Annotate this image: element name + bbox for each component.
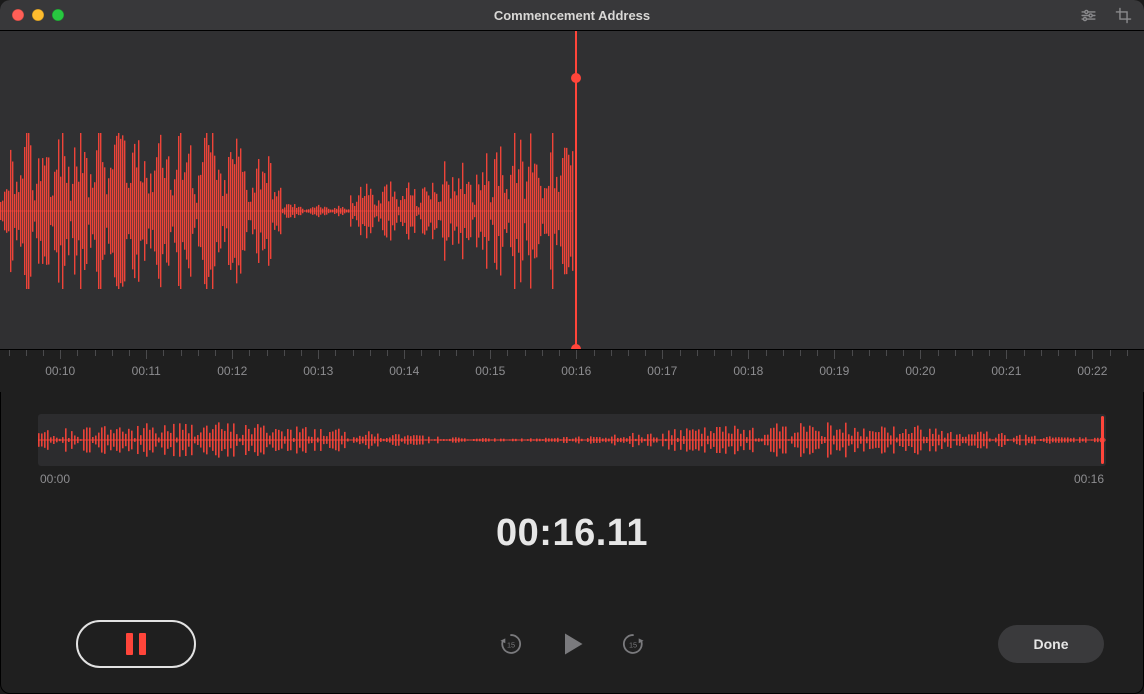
waveform-overview-graphic — [38, 414, 1106, 466]
ruler-label: 00:19 — [819, 364, 849, 378]
transport-bar: 15 15 Done — [0, 608, 1144, 694]
ruler-label: 00:14 — [389, 364, 419, 378]
titlebar[interactable]: Commencement Address — [0, 0, 1144, 30]
fullscreen-window-button[interactable] — [52, 9, 64, 21]
ruler-label: 00:22 — [1077, 364, 1107, 378]
ruler-label: 00:20 — [905, 364, 935, 378]
done-button[interactable]: Done — [998, 625, 1104, 663]
waveform-overview[interactable] — [38, 414, 1106, 466]
voice-memos-edit-window: Commencement Address 00:1000:1 — [0, 0, 1144, 694]
ruler-label: 00:21 — [991, 364, 1021, 378]
crop-icon[interactable] — [1115, 7, 1132, 24]
ruler-label: 00:13 — [303, 364, 333, 378]
ruler-label: 00:12 — [217, 364, 247, 378]
overview-start-time: 00:00 — [40, 472, 70, 486]
ruler-label: 00:17 — [647, 364, 677, 378]
overview-playhead[interactable] — [1101, 416, 1104, 464]
skip-forward-15-icon[interactable]: 15 — [620, 631, 646, 657]
minimize-window-button[interactable] — [32, 9, 44, 21]
ruler-label: 00:15 — [475, 364, 505, 378]
ruler-label: 00:11 — [132, 364, 161, 378]
skip-fwd-seconds-label: 15 — [629, 640, 637, 649]
waveform-editor[interactable] — [0, 30, 1144, 350]
overview-end-time: 00:16 — [1074, 472, 1104, 486]
skip-back-15-icon[interactable]: 15 — [498, 631, 524, 657]
playhead[interactable] — [575, 31, 577, 349]
current-time-display: 00:16.11 — [0, 512, 1144, 555]
ruler-label: 00:16 — [561, 364, 591, 378]
window-traffic-lights — [12, 9, 64, 21]
skip-back-seconds-label: 15 — [507, 640, 515, 649]
close-window-button[interactable] — [12, 9, 24, 21]
window-title: Commencement Address — [0, 8, 1144, 23]
pause-record-button[interactable] — [76, 620, 196, 668]
play-icon[interactable] — [558, 630, 586, 658]
pause-icon — [126, 633, 146, 655]
sliders-icon[interactable] — [1080, 7, 1097, 24]
ruler-label: 00:18 — [733, 364, 763, 378]
time-ruler[interactable]: 00:10 00:11 00:12 00:13 00:14 00:15 00:16 00:17… — [0, 350, 1144, 392]
ruler-label: 00:10 — [45, 364, 75, 378]
